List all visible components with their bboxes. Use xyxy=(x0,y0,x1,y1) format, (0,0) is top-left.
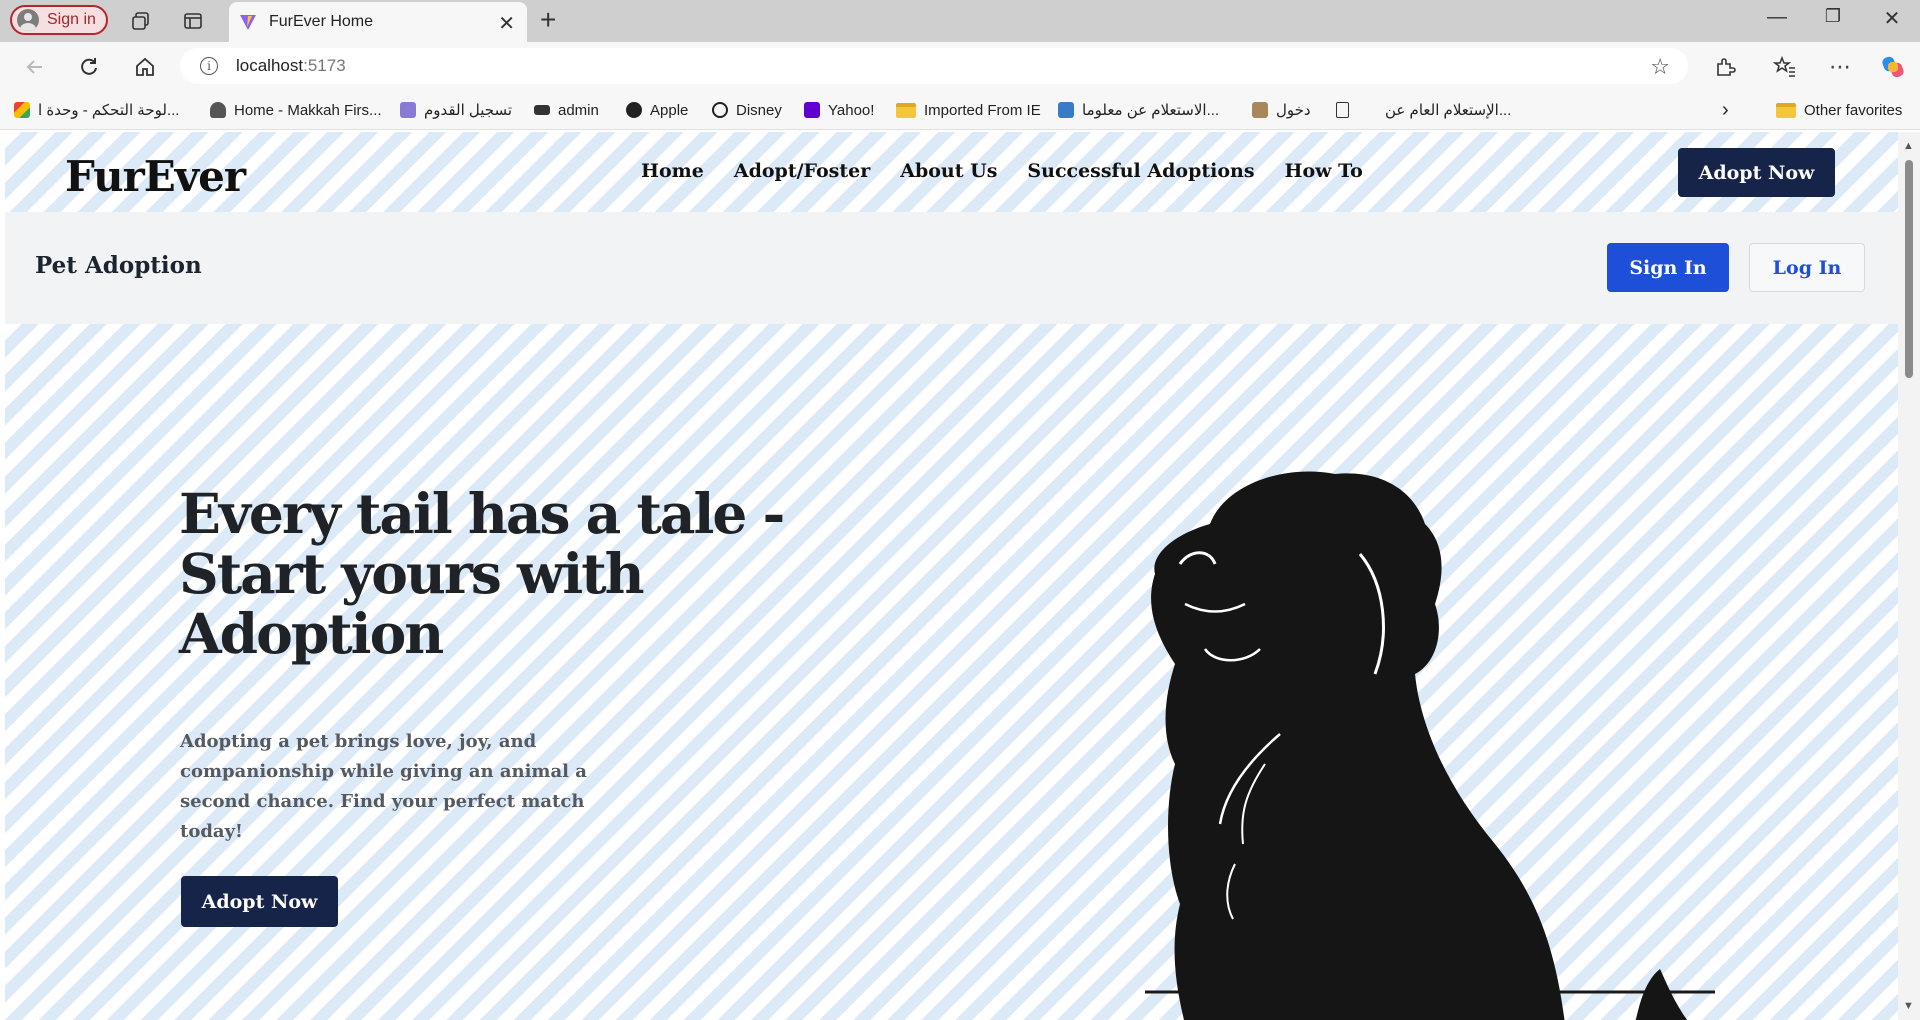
profile-signin-label: Sign in xyxy=(47,11,96,28)
bookmark-label: تسجيل القدوم xyxy=(424,102,513,119)
nav-about-us[interactable]: About Us xyxy=(900,160,997,182)
tab-actions-icon[interactable] xyxy=(180,8,206,34)
page-title: Pet Adoption xyxy=(35,252,202,279)
main-nav: Home Adopt/Foster About Us Successful Ad… xyxy=(641,160,1363,182)
disney-icon xyxy=(712,102,728,118)
dog-silhouette-image xyxy=(1145,471,1715,1020)
window-close-icon[interactable]: ✕ xyxy=(1872,6,1912,31)
scroll-down-icon[interactable]: ▼ xyxy=(1903,1000,1914,1012)
url-host: localhost xyxy=(236,56,304,75)
gmail-icon xyxy=(14,102,30,118)
sub-header: Pet Adoption Sign In Log In xyxy=(5,212,1898,324)
puzzle-icon xyxy=(400,102,416,118)
close-tab-icon[interactable]: ✕ xyxy=(498,11,515,36)
bird-icon xyxy=(210,102,226,118)
bookmark-item[interactable]: admin xyxy=(534,99,599,121)
bookmark-label: لوحة التحكم - وحدة ا... xyxy=(38,102,180,119)
header-adopt-now-button[interactable]: Adopt Now xyxy=(1678,148,1835,197)
more-menu-icon[interactable]: ⋯ xyxy=(1825,52,1855,82)
site-header: FurEver Home Adopt/Foster About Us Succe… xyxy=(5,132,1898,212)
scroll-up-icon[interactable]: ▲ xyxy=(1903,140,1914,152)
bookmark-label: admin xyxy=(558,101,599,119)
url-field[interactable]: i localhost:5173 ☆ xyxy=(180,48,1688,84)
hero-adopt-now-button[interactable]: Adopt Now xyxy=(181,876,338,927)
tab-title: FurEver Home xyxy=(269,13,374,30)
graduation-cap-icon xyxy=(534,105,550,115)
bookmark-label: Yahoo! xyxy=(828,101,875,119)
bookmark-item[interactable]: Home - Makkah Firs... xyxy=(210,99,382,121)
bookmark-label: Imported From IE xyxy=(924,101,1041,119)
scroll-thumb[interactable] xyxy=(1905,160,1913,378)
bookmark-item[interactable]: Yahoo! xyxy=(804,99,874,121)
page-scrollbar[interactable]: ▲ ▼ xyxy=(1898,132,1920,1020)
folder-icon xyxy=(1776,102,1796,118)
document-icon xyxy=(1336,102,1349,118)
bookmark-label: الإستعلام العام عن... xyxy=(1385,102,1512,119)
nav-how-to[interactable]: How To xyxy=(1285,160,1363,182)
back-icon[interactable] xyxy=(20,52,50,82)
minimize-icon[interactable]: — xyxy=(1757,6,1797,29)
bookmark-item[interactable]: تسجيل القدوم xyxy=(400,99,512,121)
log-in-button[interactable]: Log In xyxy=(1749,243,1865,292)
site-logo[interactable]: FurEver xyxy=(65,152,246,201)
bookmark-item[interactable]: لوحة التحكم - وحدة ا... xyxy=(14,99,179,121)
browser-tab[interactable]: FurEver Home ✕ xyxy=(229,2,527,42)
image-icon xyxy=(1252,102,1268,118)
bookmarks-bar: لوحة التحكم - وحدة ا... Home - Makkah Fi… xyxy=(0,90,1920,130)
bookmark-item[interactable]: Apple xyxy=(626,99,688,121)
workspaces-icon[interactable] xyxy=(128,8,154,34)
address-bar-row: i localhost:5173 ☆ ⋯ xyxy=(0,42,1920,90)
url-port: :5173 xyxy=(303,56,346,75)
site-info-icon[interactable]: i xyxy=(200,57,218,75)
bookmark-label: دخول xyxy=(1276,102,1311,119)
hero-description: Adopting a pet brings love, joy, and com… xyxy=(180,731,587,842)
nav-adopt-foster[interactable]: Adopt/Foster xyxy=(734,160,870,182)
browser-tab-bar: Sign in FurEver Home ✕ + — ❐ ✕ xyxy=(0,0,1920,42)
nav-home[interactable]: Home xyxy=(641,160,704,182)
sign-in-button[interactable]: Sign In xyxy=(1607,243,1729,292)
copilot-icon[interactable] xyxy=(1878,52,1908,82)
refresh-icon[interactable] xyxy=(74,52,104,82)
profile-signin-button[interactable]: Sign in xyxy=(10,5,108,35)
yahoo-icon xyxy=(804,102,820,118)
new-tab-icon[interactable]: + xyxy=(540,6,556,34)
extensions-icon[interactable] xyxy=(1710,52,1740,82)
bookmark-item[interactable]: الإستعلام العام عن... xyxy=(1336,99,1511,121)
bookmark-item[interactable]: Imported From IE xyxy=(896,99,1041,121)
chevron-right-icon[interactable]: › xyxy=(1722,99,1729,121)
bookmark-label: Disney xyxy=(736,101,782,119)
vite-icon xyxy=(240,15,256,30)
hero-title: Every tail has a tale - Start yours with… xyxy=(179,481,785,666)
folder-icon xyxy=(896,102,916,118)
bookmark-label: الاستعلام عن معلوما... xyxy=(1082,102,1220,119)
avatar-icon xyxy=(17,9,39,31)
home-icon[interactable] xyxy=(130,52,160,82)
nav-successful-adoptions[interactable]: Successful Adoptions xyxy=(1027,160,1254,182)
bookmark-item[interactable]: دخول xyxy=(1252,99,1311,121)
favorite-star-icon[interactable]: ☆ xyxy=(1650,54,1670,80)
other-favorites-label: Other favorites xyxy=(1804,101,1903,119)
restore-icon[interactable]: ❐ xyxy=(1813,6,1853,27)
favorites-icon[interactable] xyxy=(1770,52,1800,82)
bookmark-label: Home - Makkah Firs... xyxy=(234,101,382,119)
other-favorites[interactable]: Other favorites xyxy=(1776,99,1902,121)
bookmark-item[interactable]: الاستعلام عن معلوما... xyxy=(1058,99,1219,121)
hero-section: Every tail has a tale - Start yours with… xyxy=(5,324,1898,1020)
page-viewport: FurEver Home Adopt/Foster About Us Succe… xyxy=(5,132,1898,1020)
bookmark-label: Apple xyxy=(650,101,689,119)
site-icon xyxy=(1058,102,1074,118)
bookmark-item[interactable]: Disney xyxy=(712,99,782,121)
apple-icon xyxy=(626,102,642,118)
